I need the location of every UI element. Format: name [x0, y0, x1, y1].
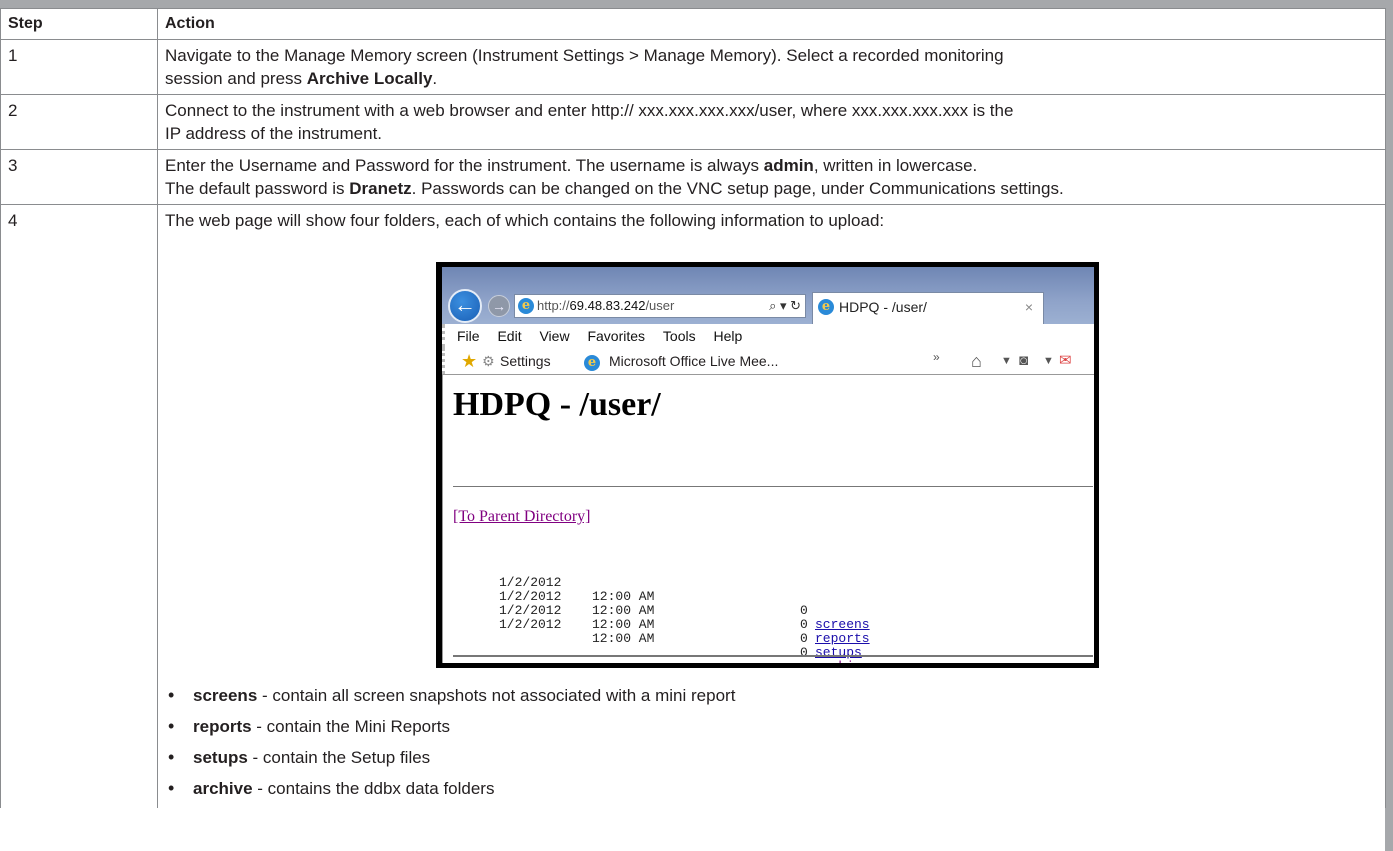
step-action: Connect to the instrument with a web bro…	[157, 94, 1386, 150]
menu-item-favorites[interactable]: Favorites	[587, 328, 645, 344]
table-row: 2 Connect to the instrument with a web b…	[0, 94, 1386, 150]
mail-icon[interactable]: ✉	[1059, 348, 1072, 374]
ie-logo-icon: e	[818, 299, 834, 315]
search-refresh-icon[interactable]: ⌕ ▾ ↻	[769, 295, 801, 317]
browser-titlebar: ← → e http://69.48.83.242/user ⌕ ▾ ↻ e H…	[442, 267, 1094, 324]
entry-size: 0	[800, 645, 808, 660]
divider	[453, 486, 1093, 487]
address-path: /user	[645, 298, 675, 313]
list-item: setups - contain the Setup files	[165, 742, 1378, 773]
web-page-content: HDPQ - /user/ [To Parent Directory] 1/2/…	[442, 374, 1094, 663]
steps-table: Step Action 1 Navigate to the Manage Mem…	[0, 8, 1386, 808]
action-text: IP address of the instrument.	[165, 124, 383, 143]
browser-tab[interactable]: e HDPQ - /user/ ×	[812, 292, 1044, 324]
list-item: 1/2/2012 12:00 AM 0 archive	[499, 604, 870, 664]
chevron-more-icon[interactable]: »	[933, 344, 940, 370]
action-text: session and press	[165, 69, 307, 88]
entry-size: 0	[800, 631, 808, 646]
action-text: Navigate to the Manage Memory screen (In…	[165, 46, 1004, 65]
forward-arrow-icon[interactable]: →	[488, 295, 510, 317]
address-prefix: http://	[537, 298, 570, 313]
action-text: Connect to the instrument with a web bro…	[165, 101, 1014, 120]
directory-listing: 1/2/2012 12:00 AM 0 screens 1/2/2012 12:…	[499, 562, 870, 664]
folder-name: archive	[193, 779, 253, 798]
header-step: Step	[0, 8, 158, 40]
action-text: , written in lowercase.	[813, 156, 978, 175]
folder-name: setups	[193, 748, 248, 767]
menu-bar: File Edit View Favorites Tools Help	[442, 324, 1094, 348]
entry-size: 0	[800, 617, 808, 632]
step-action: Navigate to the Manage Memory screen (In…	[157, 39, 1386, 95]
step-number: 4	[0, 204, 158, 808]
folder-desc: - contain the Setup files	[247, 748, 431, 767]
favorite-office-icon: e	[584, 348, 600, 374]
action-bold: Dranetz	[349, 179, 412, 198]
folder-name: screens	[193, 686, 258, 705]
entry-date: 1/2/2012	[499, 617, 562, 632]
action-text: . Passwords can be changed on the VNC se…	[411, 179, 1064, 198]
step-action: Enter the Username and Password for the …	[157, 149, 1386, 205]
menu-item-file[interactable]: File	[457, 328, 480, 344]
table-row: 4 The web page will show four folders, e…	[0, 204, 1386, 808]
browser-screenshot: ← → e http://69.48.83.242/user ⌕ ▾ ↻ e H…	[436, 262, 1099, 668]
folder-link-screens[interactable]: screens	[815, 618, 870, 632]
tab-title: HDPQ - /user/	[839, 299, 927, 315]
folder-link-archive[interactable]: archive	[815, 660, 870, 664]
folder-list: screens - contain all screen snapshots n…	[165, 680, 1378, 804]
action-text: The web page will show four folders, eac…	[165, 211, 885, 230]
step-number: 2	[0, 94, 158, 150]
entry-size: 0	[800, 603, 808, 618]
action-text: .	[432, 69, 438, 88]
list-item: screens - contain all screen snapshots n…	[165, 680, 1378, 711]
step-action: The web page will show four folders, eac…	[157, 204, 1386, 808]
folder-name: reports	[193, 717, 252, 736]
list-item: 1/2/2012 12:00 AM 0 setups	[499, 590, 862, 660]
favorites-bar: ★ ⚙ Settings e Microsoft Office Live Mee…	[442, 348, 1094, 374]
ie-logo-icon: e	[518, 298, 534, 314]
back-arrow-icon[interactable]: ←	[448, 289, 482, 323]
list-item: 1/2/2012 12:00 AM 0 reports	[499, 576, 870, 646]
browser-window: ← → e http://69.48.83.242/user ⌕ ▾ ↻ e H…	[442, 267, 1094, 663]
action-bold: admin	[763, 156, 814, 175]
chevron-down-icon[interactable]: ▼	[1043, 348, 1054, 374]
list-item: reports - contain the Mini Reports	[165, 711, 1378, 742]
folder-link-reports[interactable]: reports	[815, 632, 870, 646]
divider	[453, 655, 1093, 657]
address-bar[interactable]: e http://69.48.83.242/user ⌕ ▾ ↻	[514, 294, 806, 318]
favorites-star-icon[interactable]: ★	[461, 348, 477, 374]
list-item: 1/2/2012 12:00 AM 0 screens	[499, 562, 870, 632]
folder-link-setups[interactable]: setups	[815, 646, 862, 660]
ie-logo-icon: e	[584, 355, 600, 371]
action-bold: Archive Locally	[306, 69, 433, 88]
table-row: 3 Enter the Username and Password for th…	[0, 149, 1386, 205]
list-item: archive - contains the ddbx data folders	[165, 773, 1378, 804]
action-text: Enter the Username and Password for the …	[165, 156, 764, 175]
page-heading: HDPQ - /user/	[453, 386, 661, 423]
action-text: The default password is	[165, 179, 350, 198]
settings-icon: ⚙	[482, 353, 495, 369]
home-icon[interactable]: ⌂	[971, 348, 982, 374]
folder-desc: - contains the ddbx data folders	[252, 779, 495, 798]
menu-item-view[interactable]: View	[539, 328, 569, 344]
close-icon[interactable]: ×	[1025, 293, 1033, 321]
folder-desc: - contain the Mini Reports	[251, 717, 450, 736]
menu-item-tools[interactable]: Tools	[663, 328, 696, 344]
parent-directory-link[interactable]: [To Parent Directory]	[453, 505, 591, 528]
address-host: 69.48.83.242	[569, 298, 646, 313]
menu-item-help[interactable]: Help	[714, 328, 743, 344]
favorite-settings-link[interactable]: Settings	[500, 348, 551, 374]
step-number: 1	[0, 39, 158, 95]
table-row: 1 Navigate to the Manage Memory screen (…	[0, 39, 1386, 95]
header-action: Action	[157, 8, 1386, 40]
step-number: 3	[0, 149, 158, 205]
favorite-office-link[interactable]: Microsoft Office Live Mee...	[609, 348, 778, 374]
menu-item-edit[interactable]: Edit	[497, 328, 521, 344]
table-header-row: Step Action	[0, 8, 1386, 40]
chevron-down-icon[interactable]: ▼	[1001, 348, 1012, 374]
rss-feed-icon[interactable]: ◙	[1019, 348, 1028, 374]
folder-desc: - contain all screen snapshots not assoc…	[257, 686, 736, 705]
entry-time: 12:00 AM	[592, 631, 655, 646]
